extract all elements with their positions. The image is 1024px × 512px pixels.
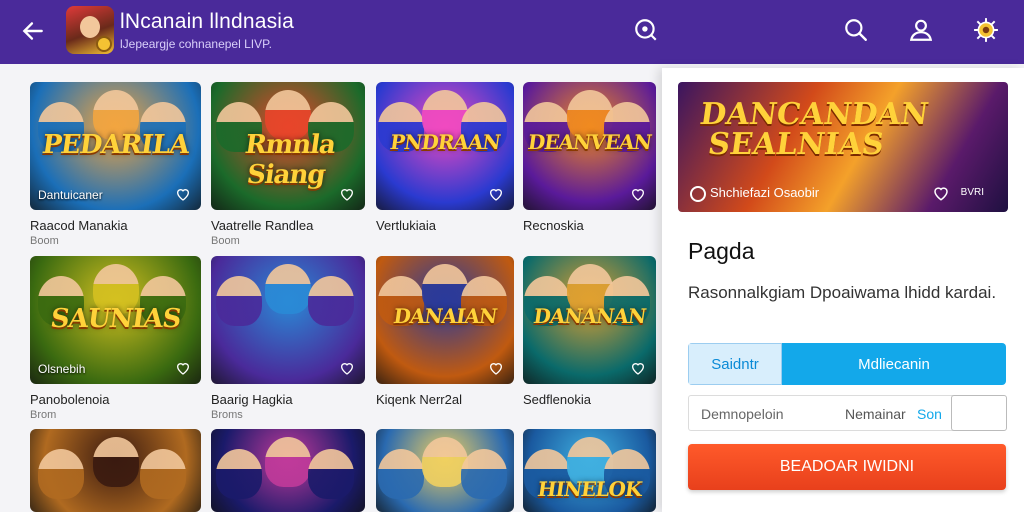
character-art [92,437,139,487]
game-title[interactable]: Raacod Manakia [30,218,128,233]
character-art [377,449,424,499]
game-tile[interactable]: DANAIAN [376,256,514,384]
game-title[interactable]: Baarig Hagkia [211,392,293,407]
settings-icon [974,18,998,42]
heart-icon[interactable] [175,360,191,376]
game-logo: Rmnla Siang [243,130,338,190]
game-title[interactable]: Recnoskia [523,218,584,233]
game-logo: SAUNIAS [48,304,183,334]
app-avatar [66,6,114,54]
character-art [265,264,311,314]
game-logo: HINELOK [535,477,644,501]
segment-right-button[interactable]: Mdliecanin [782,343,1006,385]
app-subtitle: lJepeargje cohnanepel LIVP. [120,37,272,51]
banner-tag: BVRI [960,187,984,198]
input-accent-link[interactable]: Son [917,406,942,422]
character-art [308,449,355,499]
character-art [460,449,507,499]
quantity-input[interactable] [951,395,1007,431]
game-tile[interactable] [211,256,365,384]
game-tile[interactable]: SAUNIAS Olsnebih [30,256,201,384]
back-button[interactable] [16,14,50,48]
heart-icon[interactable] [175,186,191,202]
game-meta: Brom [30,409,57,421]
game-logo: PEDARILA [40,130,191,160]
input-label: Nemainar [845,406,906,422]
character-art [215,276,262,326]
game-title[interactable]: Panobolenoia [30,392,110,407]
game-tile[interactable]: Rmnla Siang [211,82,365,210]
game-tile[interactable]: PEDARILA Dantuicaner [30,82,201,210]
game-title[interactable]: Sedflenokia [523,392,591,407]
panel-title: Pagda [688,238,755,264]
segmented-control: Saidntr Mdliecanin [688,343,1006,385]
tile-caption: Olsnebih [38,362,86,376]
profile-icon [909,19,933,41]
detail-panel: DANCANDAN SEALNIAS Shchiefazi Osaobir BV… [662,68,1024,512]
character-art [215,449,262,499]
search-button[interactable] [838,12,874,48]
app-header: lNcanain llndnasia lJepeargje cohnanepel… [0,0,1024,64]
profile-button[interactable] [903,12,939,48]
game-logo: DEANVEAN [526,130,653,154]
search-icon [845,19,867,41]
primary-action-button[interactable]: BEADOAR IWIDNI [688,444,1006,490]
settings-button[interactable] [968,12,1004,48]
character-art [308,276,355,326]
game-tile[interactable]: HINELOK [523,429,656,512]
heart-icon[interactable] [488,360,504,376]
game-tile[interactable]: DEANVEAN [523,82,656,210]
app-title: lNcanain llndnasia [120,10,295,33]
game-tile[interactable] [376,429,514,512]
input-placeholder: Demnopeloin [701,406,784,422]
heart-icon[interactable] [630,360,646,376]
game-title[interactable]: Kiqenk Nerr2al [376,392,462,407]
game-logo: DANAIAN [391,304,499,328]
compass-button[interactable] [628,12,664,48]
coin-icon [96,36,112,52]
clock-icon [690,186,706,202]
banner-logo: DANCANDAN SEALNIAS [697,97,931,162]
character-art [37,449,84,499]
game-tile[interactable]: DANANAN [523,256,656,384]
heart-icon[interactable] [630,186,646,202]
game-tile[interactable] [211,429,365,512]
heart-icon[interactable] [488,186,504,202]
panel-description: Rasonnalkgiam Dpoaiwama lhidd kardai. [688,283,997,302]
character-art [265,437,311,487]
game-meta: Boom [30,235,59,247]
game-title[interactable]: Vertlukiaia [376,218,436,233]
character-art [140,449,187,499]
game-title[interactable]: Vaatrelle Randlea [211,218,313,233]
game-meta: Broms [211,409,243,421]
segment-left-button[interactable]: Saidntr [688,343,782,385]
heart-icon[interactable] [932,184,950,202]
banner-caption: Shchiefazi Osaobir [710,185,820,200]
heart-icon[interactable] [339,186,355,202]
input-row[interactable]: Demnopeloin Nemainar Son [688,395,1007,431]
game-logo: PNDRAAN [388,130,502,154]
heart-icon[interactable] [339,360,355,376]
game-tile[interactable]: PNDRAAN [376,82,514,210]
game-logo: DANANAN [531,304,648,328]
compass-icon [635,19,657,41]
game-meta: Boom [211,235,240,247]
back-arrow-icon [22,22,43,40]
tile-caption: Dantuicaner [38,188,103,202]
featured-banner[interactable]: DANCANDAN SEALNIAS Shchiefazi Osaobir BV… [678,82,1008,212]
game-tile[interactable] [30,429,201,512]
